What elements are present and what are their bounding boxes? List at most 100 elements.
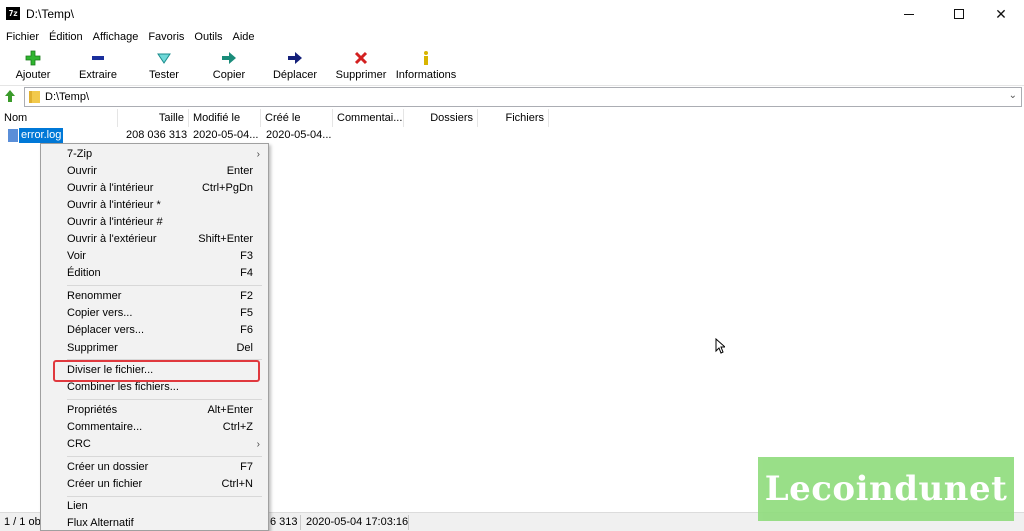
move-icon (262, 49, 328, 66)
menu-item-shortcut: Del (236, 342, 253, 354)
menu-item-open-outside[interactable]: Ouvrir à l'extérieur Shift+Enter (41, 231, 268, 248)
menu-item-alternate-stream[interactable]: Flux Alternatif (41, 515, 268, 530)
table-row[interactable]: error.log 208 036 313 2020-05-04... 2020… (0, 127, 400, 144)
menu-item-label: Supprimer (67, 342, 118, 354)
extract-button[interactable]: Extraire (65, 49, 131, 81)
menu-outils[interactable]: Outils (189, 31, 227, 43)
copy-button[interactable]: Copier (196, 49, 262, 81)
menu-item-open[interactable]: Ouvrir Enter (41, 163, 268, 180)
test-icon (131, 49, 197, 66)
menu-item-create-folder[interactable]: Créer un dossier F7 (41, 459, 268, 476)
menu-item-move-to[interactable]: Déplacer vers... F6 (41, 322, 268, 339)
menu-item-label: Flux Alternatif (67, 517, 134, 529)
menu-item-comment[interactable]: Commentaire... Ctrl+Z (41, 419, 268, 436)
status-divider (408, 515, 409, 530)
info-icon (393, 49, 459, 66)
title-bar: 7z D:\Temp\ ✕ (0, 0, 1024, 28)
menu-item-shortcut: F2 (240, 290, 253, 302)
column-comment[interactable]: Commentai... (333, 109, 404, 127)
menu-item-shortcut: F4 (240, 267, 253, 279)
menu-fichier[interactable]: Fichier (0, 31, 44, 43)
menu-item-open-inside-hash[interactable]: Ouvrir à l'intérieur # (41, 214, 268, 231)
folder-up-icon[interactable] (3, 89, 17, 103)
minimize-button[interactable] (886, 0, 932, 28)
menu-item-rename[interactable]: Renommer F2 (41, 288, 268, 305)
menu-item-label: Créer un dossier (67, 461, 149, 473)
column-name[interactable]: Nom (0, 109, 118, 127)
split-file-highlight-box (53, 360, 260, 382)
file-name[interactable]: error.log (19, 128, 64, 143)
close-button[interactable]: ✕ (978, 0, 1024, 28)
menu-item-crc[interactable]: CRC › (41, 436, 268, 453)
menu-item-copy-to[interactable]: Copier vers... F5 (41, 305, 268, 322)
menu-item-label: Ouvrir à l'intérieur * (67, 199, 161, 211)
column-files[interactable]: Fichiers (478, 109, 549, 127)
menu-item-view[interactable]: Voir F3 (41, 248, 268, 265)
delete-button[interactable]: Supprimer (328, 49, 394, 81)
context-menu: 7-Zip › Ouvrir Enter Ouvrir à l'intérieu… (40, 143, 269, 531)
menu-aide[interactable]: Aide (228, 31, 260, 43)
column-modified[interactable]: Modifié le (189, 109, 261, 127)
file-created: 2020-05-04... (266, 129, 332, 141)
menu-item-delete[interactable]: Supprimer Del (41, 340, 268, 357)
menu-favoris[interactable]: Favoris (143, 31, 189, 43)
menu-separator (67, 456, 262, 457)
test-button[interactable]: Tester (131, 49, 197, 81)
menu-item-shortcut: F5 (240, 307, 253, 319)
menu-item-shortcut: Shift+Enter (198, 233, 253, 245)
menu-item-7zip[interactable]: 7-Zip › (41, 146, 268, 163)
menu-item-label: CRC (67, 438, 91, 450)
chevron-right-icon: › (256, 439, 260, 450)
watermark-logo: Lecoindunet (758, 457, 1014, 521)
menu-item-shortcut: Ctrl+PgDn (201, 182, 253, 194)
menu-affichage[interactable]: Affichage (88, 31, 144, 43)
folder-icon (29, 91, 40, 103)
app-icon: 7z (6, 7, 20, 20)
minimize-icon (904, 13, 914, 15)
toolbar: Ajouter Extraire Tester Copier Déplacer … (0, 45, 1024, 86)
menu-item-label: Propriétés (67, 404, 118, 416)
status-divider (300, 515, 301, 530)
menu-item-shortcut: F6 (240, 324, 253, 336)
menu-separator (67, 285, 262, 286)
menu-item-open-inside-star[interactable]: Ouvrir à l'intérieur * (41, 197, 268, 214)
mouse-cursor-icon (715, 338, 725, 354)
watermark-text: Lecoindunet (764, 469, 1008, 509)
menu-item-link[interactable]: Lien (41, 498, 268, 515)
extract-label: Extraire (79, 69, 117, 81)
menu-edition[interactable]: Édition (44, 31, 88, 43)
maximize-icon (954, 9, 964, 19)
column-size[interactable]: Taille (118, 109, 189, 127)
status-date: 2020-05-04 17:03:16 (306, 516, 409, 528)
close-icon: ✕ (995, 5, 1007, 22)
chevron-down-icon[interactable]: ⌄ (1009, 90, 1017, 101)
chevron-right-icon: › (256, 149, 260, 160)
menu-item-create-file[interactable]: Créer un fichier Ctrl+N (41, 476, 268, 493)
menu-item-label: Ouvrir à l'extérieur (67, 233, 157, 245)
column-header-row: Nom Taille Modifié le Créé le Commentai.… (0, 109, 1024, 127)
add-label: Ajouter (15, 69, 51, 81)
menu-item-label: Ouvrir à l'intérieur (67, 182, 154, 194)
menu-item-label: Commentaire... (67, 421, 143, 433)
address-input[interactable]: D:\Temp\ ⌄ (24, 87, 1022, 107)
menu-separator (67, 399, 262, 400)
column-folders[interactable]: Dossiers (404, 109, 478, 127)
column-created[interactable]: Créé le (261, 109, 333, 127)
menu-item-shortcut: F7 (240, 461, 253, 473)
menu-item-label: Édition (67, 267, 101, 279)
menu-item-shortcut: F3 (240, 250, 253, 262)
menu-item-shortcut: Alt+Enter (207, 404, 253, 416)
delete-icon (328, 49, 394, 66)
menu-item-open-inside[interactable]: Ouvrir à l'intérieur Ctrl+PgDn (41, 180, 268, 197)
menu-item-label: Créer un fichier (67, 478, 143, 490)
add-button[interactable]: Ajouter (0, 49, 66, 81)
move-button[interactable]: Déplacer (262, 49, 328, 81)
info-button[interactable]: Informations (393, 49, 459, 81)
menu-item-label: Copier vers... (67, 307, 133, 319)
menu-item-label: Ouvrir (67, 165, 97, 177)
test-label: Tester (149, 69, 179, 81)
menu-bar: Fichier Édition Affichage Favoris Outils… (0, 28, 1024, 45)
maximize-button[interactable] (936, 0, 982, 28)
menu-item-edit[interactable]: Édition F4 (41, 265, 268, 282)
menu-item-properties[interactable]: Propriétés Alt+Enter (41, 402, 268, 419)
